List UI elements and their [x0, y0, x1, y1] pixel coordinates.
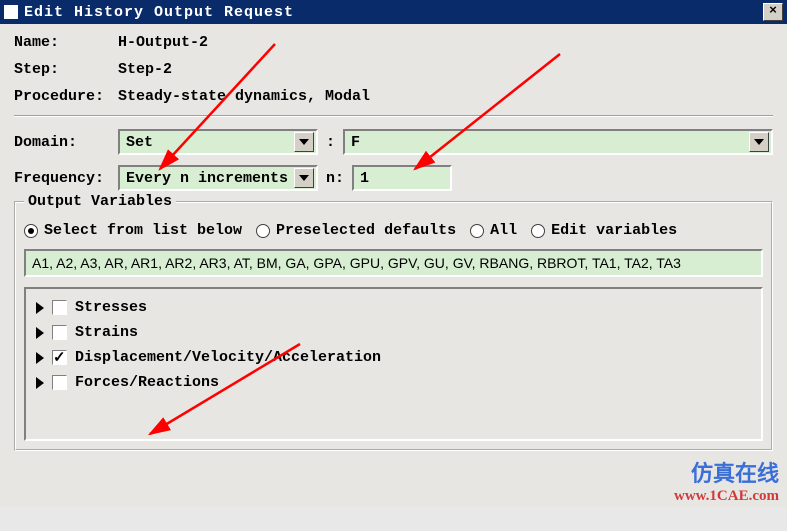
tree-item-label: Stresses	[75, 299, 147, 316]
frequency-label: Frequency:	[14, 170, 118, 187]
radio-all[interactable]: All	[470, 222, 517, 239]
dropdown-arrow-icon	[749, 132, 769, 152]
divider	[14, 115, 773, 117]
colon-separator: :	[326, 134, 335, 151]
close-button[interactable]: ×	[763, 3, 783, 21]
radio-icon	[531, 224, 545, 238]
radio-icon	[24, 224, 38, 238]
watermark-line1: 仿真在线	[674, 456, 779, 488]
tree-item-stresses[interactable]: Stresses	[30, 295, 757, 320]
expand-icon[interactable]	[36, 302, 44, 314]
tree-item-label: Displacement/Velocity/Acceleration	[75, 349, 381, 366]
tree-item-label: Strains	[75, 324, 138, 341]
name-label: Name:	[14, 34, 118, 51]
domain-set-select[interactable]: F	[343, 129, 773, 155]
radio-edit-variables[interactable]: Edit variables	[531, 222, 677, 239]
watermark: 仿真在线 www.1CAE.com	[674, 456, 779, 505]
checkbox[interactable]	[52, 375, 67, 390]
checkbox[interactable]	[52, 300, 67, 315]
tree-item-forces[interactable]: Forces/Reactions	[30, 370, 757, 395]
step-value: Step-2	[118, 61, 172, 78]
frequency-select[interactable]: Every n increments	[118, 165, 318, 191]
checkbox-checked[interactable]	[52, 350, 67, 365]
radio-icon	[470, 224, 484, 238]
expand-icon[interactable]	[36, 377, 44, 389]
radio-label: Select from list below	[44, 222, 242, 239]
window-title: Edit History Output Request	[24, 4, 294, 21]
radio-select-from-list[interactable]: Select from list below	[24, 222, 242, 239]
watermark-line2: www.1CAE.com	[674, 488, 779, 505]
procedure-label: Procedure:	[14, 88, 118, 105]
domain-select[interactable]: Set	[118, 129, 318, 155]
domain-select-value: Set	[126, 134, 153, 151]
output-variables-group: Output Variables Select from list below …	[14, 201, 773, 451]
n-input[interactable]: 1	[352, 165, 452, 191]
checkbox[interactable]	[52, 325, 67, 340]
n-input-value: 1	[360, 170, 369, 187]
expand-icon[interactable]	[36, 327, 44, 339]
tree-item-label: Forces/Reactions	[75, 374, 219, 391]
radio-preselected-defaults[interactable]: Preselected defaults	[256, 222, 456, 239]
domain-set-value: F	[351, 134, 360, 151]
step-label: Step:	[14, 61, 118, 78]
expand-icon[interactable]	[36, 352, 44, 364]
tree-item-displacement[interactable]: Displacement/Velocity/Acceleration	[30, 345, 757, 370]
variable-list-box[interactable]: A1, A2, A3, AR, AR1, AR2, AR3, AT, BM, G…	[24, 249, 763, 277]
tree-item-strains[interactable]: Strains	[30, 320, 757, 345]
radio-label: Edit variables	[551, 222, 677, 239]
radio-label: All	[490, 222, 517, 239]
procedure-value: Steady-state dynamics, Modal	[118, 88, 370, 105]
titlebar: Edit History Output Request ×	[0, 0, 787, 24]
radio-label: Preselected defaults	[276, 222, 456, 239]
variable-tree[interactable]: Stresses Strains Displacement/Velocity/A…	[24, 287, 763, 441]
output-variables-legend: Output Variables	[24, 193, 176, 210]
name-value: H-Output-2	[118, 34, 208, 51]
radio-icon	[256, 224, 270, 238]
domain-label: Domain:	[14, 134, 118, 151]
n-label: n:	[326, 170, 344, 187]
dropdown-arrow-icon	[294, 132, 314, 152]
app-icon	[4, 5, 18, 19]
dropdown-arrow-icon	[294, 168, 314, 188]
frequency-select-value: Every n increments	[126, 170, 288, 187]
